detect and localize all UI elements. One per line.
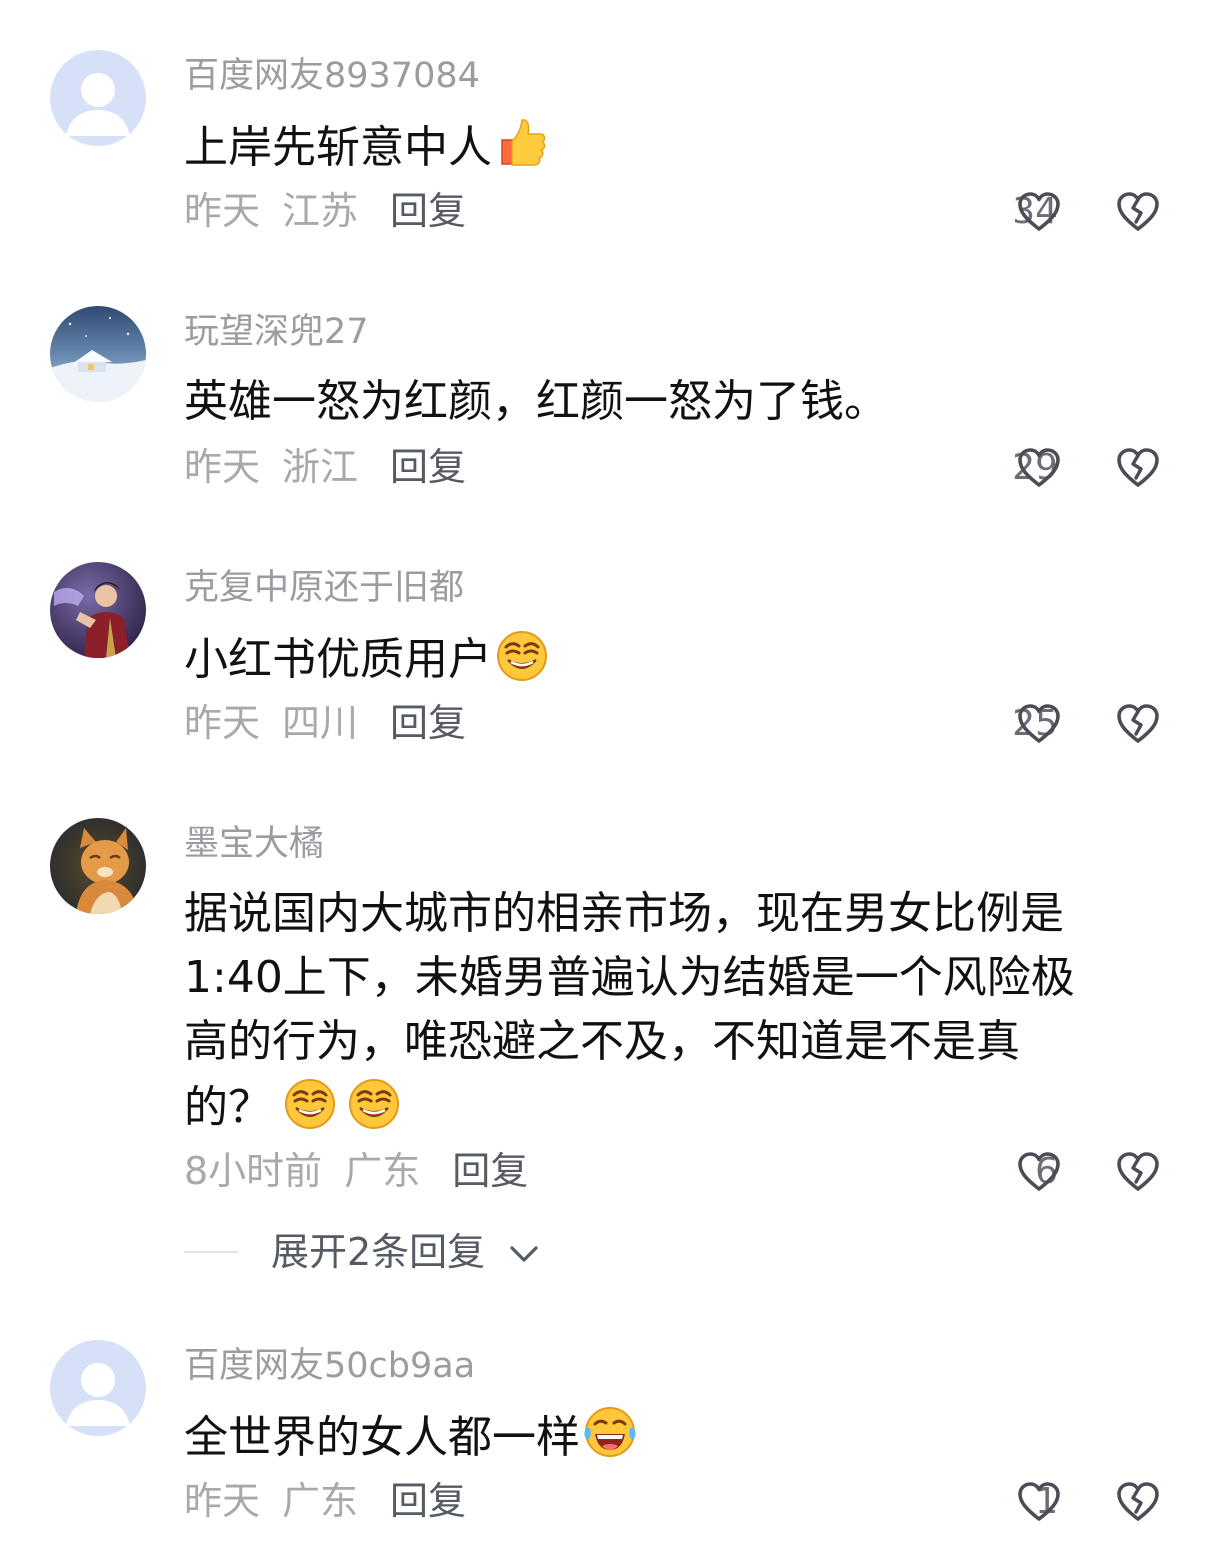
broken-heart-icon[interactable] xyxy=(1115,701,1161,747)
username[interactable]: 克复中原还于旧都 xyxy=(184,566,464,610)
comment-meta: 8小时前 广东 回复 xyxy=(184,1147,550,1195)
comment-location: 广东 xyxy=(282,1479,359,1523)
comment-time: 8小时前 xyxy=(184,1149,323,1193)
heart-outline-icon[interactable] xyxy=(1016,701,1062,747)
comment-text: 据说国内大城市的相亲市场，现在男女比例是 1:40上下，未婚男普遍认为结婚是一个… xyxy=(184,882,1174,1140)
comment-text: 上岸先斩意中人 xyxy=(184,114,1174,180)
heart-outline-icon[interactable] xyxy=(1016,445,1062,491)
default-avatar-icon xyxy=(50,1340,146,1436)
smirk-face-icon xyxy=(494,626,550,682)
heart-outline-icon[interactable] xyxy=(1016,1479,1062,1525)
reply-button[interactable]: 回复 xyxy=(390,189,466,233)
default-avatar-icon xyxy=(50,50,146,146)
comment-time: 昨天 xyxy=(184,189,261,233)
comment-text: 英雄一怒为红颜，红颜一怒为了钱。 xyxy=(184,370,1174,434)
smirk-face-icon xyxy=(282,1074,338,1130)
username[interactable]: 百度网友50cb9aa xyxy=(184,1344,475,1388)
avatar[interactable] xyxy=(50,562,146,658)
comment-meta: 昨天 四川 回复 xyxy=(184,699,488,747)
comment-location: 浙江 xyxy=(282,445,359,489)
avatar[interactable] xyxy=(50,50,146,146)
comment-text-line: 1:40上下，未婚男普遍认为结婚是一个风险极 xyxy=(184,952,1075,1003)
avatar[interactable] xyxy=(50,818,146,914)
reply-button[interactable]: 回复 xyxy=(390,445,466,489)
comment-meta: 昨天 浙江 回复 xyxy=(184,443,488,491)
comment-location: 四川 xyxy=(282,701,359,745)
comment-location: 广东 xyxy=(344,1149,421,1193)
avatar[interactable] xyxy=(50,1340,146,1436)
comment-text: 小红书优质用户 xyxy=(184,626,1174,692)
username[interactable]: 墨宝大橘 xyxy=(184,822,324,866)
heart-outline-icon[interactable] xyxy=(1016,1149,1062,1195)
reply-button[interactable]: 回复 xyxy=(390,701,466,745)
orange-cat-avatar-icon xyxy=(50,818,146,914)
broken-heart-icon[interactable] xyxy=(1115,1479,1161,1525)
laughing-tears-face-icon xyxy=(582,1404,638,1460)
comment-text-body: 小红书优质用户 xyxy=(184,634,492,685)
reply-button[interactable]: 回复 xyxy=(452,1149,528,1193)
comment-text-body: 上岸先斩意中人 xyxy=(184,122,492,173)
heart-outline-icon[interactable] xyxy=(1016,189,1062,235)
username[interactable]: 玩望深兜27 xyxy=(184,310,369,354)
broken-heart-icon[interactable] xyxy=(1115,189,1161,235)
smirk-face-icon xyxy=(346,1074,402,1130)
broken-heart-icon[interactable] xyxy=(1115,445,1161,491)
comment-time: 昨天 xyxy=(184,1479,261,1523)
snow-house-avatar-icon xyxy=(50,306,146,402)
comment-meta: 昨天 江苏 回复 xyxy=(184,187,488,235)
comment-text-body: 英雄一怒为红颜，红颜一怒为了钱。 xyxy=(184,376,888,427)
comment-time: 昨天 xyxy=(184,445,261,489)
comment-meta: 昨天 广东 回复 xyxy=(184,1477,488,1525)
comment-text-line: 据说国内大城市的相亲市场，现在男女比例是 xyxy=(184,888,1064,939)
comment-text-line: 的？ xyxy=(184,1082,272,1133)
comment-text-last-line: 的？ xyxy=(184,1074,1174,1140)
reply-button[interactable]: 回复 xyxy=(390,1479,466,1523)
comment-text: 全世界的女人都一样 xyxy=(184,1404,1174,1470)
chevron-down-icon xyxy=(510,1246,538,1262)
divider xyxy=(184,1251,238,1253)
thumbs-up-icon xyxy=(494,114,550,170)
comment-text-line: 高的行为，唯恐避之不及，不知道是不是真 xyxy=(184,1016,1020,1067)
comment-time: 昨天 xyxy=(184,701,261,745)
comment-text-body: 全世界的女人都一样 xyxy=(184,1412,580,1463)
warrior-avatar-icon xyxy=(50,562,146,658)
username[interactable]: 百度网友8937084 xyxy=(184,54,480,98)
broken-heart-icon[interactable] xyxy=(1115,1149,1161,1195)
expand-replies-label: 展开2条回复 xyxy=(271,1230,486,1274)
avatar[interactable] xyxy=(50,306,146,402)
comment-location: 江苏 xyxy=(282,189,359,233)
